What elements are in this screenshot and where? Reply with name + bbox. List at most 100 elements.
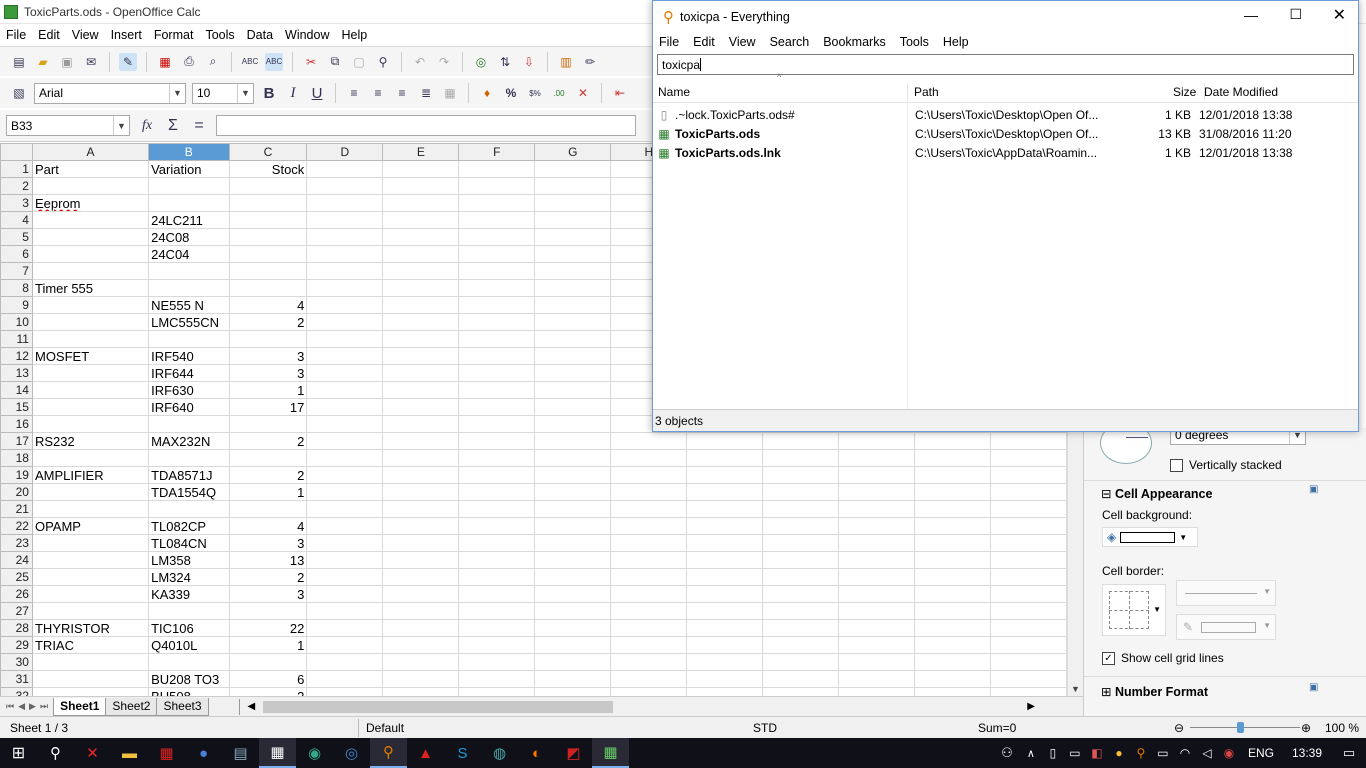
cell-c[interactable] [228,194,308,212]
cell-empty[interactable] [382,194,460,212]
merge-cells-icon[interactable]: ▦ [441,84,459,102]
cell-b[interactable]: LM358 [148,551,230,569]
cell-empty[interactable] [458,534,536,552]
everything-taskbar-icon[interactable]: ⚲ [370,738,407,768]
select-all-corner[interactable] [0,143,33,161]
tab-sheet1[interactable]: Sheet1 [53,697,107,716]
tray-app-icon[interactable]: ▯ [1042,738,1064,768]
cell-c[interactable] [228,500,308,518]
name-box[interactable]: B33 ▼ [6,115,130,136]
cell-a[interactable] [31,381,150,399]
cell-empty[interactable] [686,432,764,450]
copy-icon[interactable]: ⧉ [326,53,344,71]
zoom-out-icon[interactable]: ⊖ [1174,721,1184,735]
ev-menu-edit[interactable]: Edit [693,35,715,49]
cell-empty[interactable] [306,381,384,399]
cell-empty[interactable] [762,653,839,671]
menu-format[interactable]: Format [154,28,194,42]
row-header[interactable]: 13 [0,364,33,382]
xsplit-app-icon[interactable]: ✕ [74,738,111,768]
cell-empty[interactable] [306,398,384,416]
ev-menu-bookmarks[interactable]: Bookmarks [823,35,886,49]
cell-empty[interactable] [534,483,612,501]
cell-empty[interactable] [382,534,460,552]
cell-empty[interactable] [382,381,460,399]
cell-c[interactable] [228,279,308,297]
cell-empty[interactable] [610,602,688,620]
cell-empty[interactable] [534,585,612,603]
cell-empty[interactable] [837,517,915,535]
font-name-combo[interactable]: Arial ▼ [34,82,186,104]
cut-icon[interactable]: ✂ [302,53,320,71]
cell-empty[interactable] [610,636,688,654]
cell-empty[interactable] [686,449,764,467]
chart-icon[interactable]: ▥ [557,53,575,71]
show-hidden-icons-icon[interactable]: ∧ [1020,738,1042,768]
cell-empty[interactable] [306,330,384,348]
cell-empty[interactable] [382,313,460,331]
cell-empty[interactable] [534,415,612,433]
sort-ascending-icon[interactable]: ⇅ [496,53,514,71]
cell-empty[interactable] [306,636,384,654]
close-icon[interactable]: ✕ [1333,5,1346,25]
cell-empty[interactable] [534,228,612,246]
cell-a[interactable]: Eeprom [31,194,150,212]
cell-empty[interactable] [382,279,460,297]
cell-empty[interactable] [610,551,688,569]
underline-icon[interactable]: U [308,84,326,102]
column-header-f[interactable]: F [458,143,536,161]
cell-c[interactable] [228,415,308,433]
save-icon[interactable]: ▣ [58,53,76,71]
editor-app-icon[interactable]: ◩ [555,738,592,768]
cell-empty[interactable] [686,602,764,620]
redo-icon[interactable]: ↷ [435,53,453,71]
cell-b[interactable] [148,194,230,212]
hscroll-right-icon[interactable]: ▶ [1027,701,1035,712]
cell-empty[interactable] [686,483,764,501]
row-header[interactable]: 32 [0,687,33,696]
zoom-in-icon[interactable]: ⊕ [1301,721,1311,735]
cell-a[interactable] [31,415,150,433]
cell-empty[interactable] [913,636,991,654]
cell-c[interactable]: Stock [228,160,308,178]
cell-empty[interactable] [458,364,536,382]
cell-empty[interactable] [534,262,612,280]
cell-empty[interactable] [458,602,536,620]
cell-empty[interactable] [382,483,460,501]
cell-empty[interactable] [534,670,612,688]
cell-b[interactable]: IRF640 [148,398,230,416]
cell-a[interactable] [31,500,150,518]
cell-c[interactable]: 2 [228,466,308,484]
cell-b[interactable] [148,262,230,280]
align-right-icon[interactable]: ≡ [393,84,411,102]
column-header-c[interactable]: C [228,143,308,161]
openoffice-calc-icon[interactable]: ▦ [592,738,629,768]
number-format-header[interactable]: ⊞ Number Format [1101,684,1208,699]
cell-b[interactable] [148,449,230,467]
column-header-g[interactable]: G [534,143,612,161]
cell-empty[interactable] [610,449,688,467]
cell-c[interactable] [228,245,308,263]
row-header[interactable]: 25 [0,568,33,586]
cell-empty[interactable] [913,500,991,518]
cell-empty[interactable] [762,466,839,484]
cell-b[interactable]: MAX232N [148,432,230,450]
vertically-stacked-option[interactable]: Vertically stacked [1170,458,1282,472]
cell-empty[interactable] [989,483,1067,501]
cell-empty[interactable] [382,551,460,569]
cell-empty[interactable] [306,313,384,331]
col-date-header[interactable]: Date Modified [1204,85,1278,99]
row-header[interactable]: 28 [0,619,33,637]
cell-empty[interactable] [534,449,612,467]
cell-empty[interactable] [610,568,688,586]
row-header[interactable]: 29 [0,636,33,654]
horizontal-scrollbar[interactable] [263,700,614,713]
cell-empty[interactable] [837,483,915,501]
cell-empty[interactable] [762,602,839,620]
edit-mode-icon[interactable]: ✎ [119,52,137,71]
cell-empty[interactable] [382,330,460,348]
more-options-icon[interactable]: ▣ [1309,484,1318,495]
cell-empty[interactable] [686,619,764,637]
cell-a[interactable] [31,670,150,688]
cell-empty[interactable] [989,517,1067,535]
